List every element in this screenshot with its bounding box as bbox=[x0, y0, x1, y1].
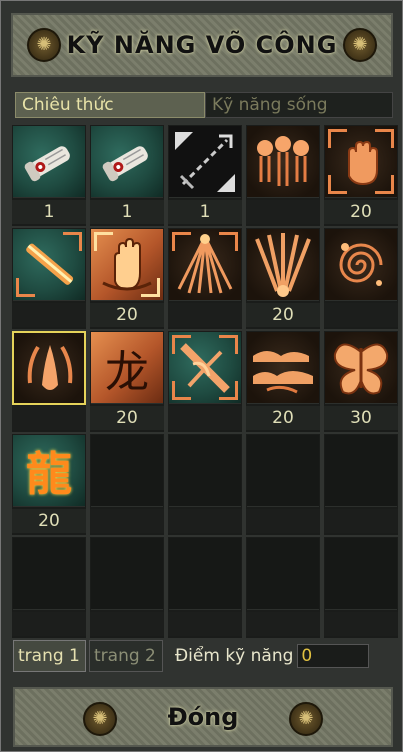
medallion-left-icon: ✺ bbox=[83, 702, 117, 736]
skill-slot[interactable]: 20 bbox=[246, 228, 320, 329]
skill-level bbox=[168, 303, 242, 327]
medallion-right-icon: ✺ bbox=[343, 28, 377, 62]
empty-slot bbox=[90, 434, 164, 535]
skill-slot[interactable] bbox=[12, 228, 86, 329]
butterfly-icon bbox=[325, 332, 397, 403]
close-button-label: Đóng bbox=[167, 703, 239, 731]
skill-level: 20 bbox=[324, 200, 398, 224]
skill-level bbox=[246, 200, 320, 224]
medallion-left-icon: ✺ bbox=[27, 28, 61, 62]
scroll-icon bbox=[13, 126, 85, 197]
dragon-calligraphy-icon: 龍 bbox=[13, 435, 85, 506]
empty-slot bbox=[12, 537, 86, 638]
skill-slot[interactable] bbox=[168, 228, 242, 329]
skill-slot[interactable] bbox=[246, 125, 320, 226]
skills-window: ✺ KỸ NĂNG VÕ CÔNG ✺ Chiêu thức Kỹ năng s… bbox=[0, 0, 403, 752]
skill-slot[interactable]: 20 bbox=[90, 228, 164, 329]
tab-life-skills[interactable]: Kỹ năng sống bbox=[205, 92, 393, 118]
skill-level: 30 bbox=[324, 406, 398, 430]
skill-slot[interactable]: 20 bbox=[246, 331, 320, 432]
skill-level: 20 bbox=[12, 509, 86, 533]
skill-level: 1 bbox=[90, 200, 164, 224]
skill-slot[interactable]: 龍 20 bbox=[12, 434, 86, 535]
page-controls: trang 1 trang 2 Điểm kỹ năng 0 bbox=[13, 637, 393, 675]
skill-level: 1 bbox=[168, 200, 242, 224]
palm-icon bbox=[325, 126, 397, 197]
golden-palm-icon bbox=[91, 229, 163, 300]
skill-slot[interactable] bbox=[168, 331, 242, 432]
skill-level: 1 bbox=[12, 200, 86, 224]
empty-slot bbox=[168, 434, 242, 535]
skill-level: 20 bbox=[246, 406, 320, 430]
close-button[interactable]: ✺ Đóng ✺ bbox=[13, 687, 393, 747]
clouds-icon bbox=[247, 332, 319, 403]
skill-tabs: Chiêu thức Kỹ năng sống bbox=[15, 92, 393, 118]
skill-points-value: 0 bbox=[297, 644, 370, 668]
claws-icon bbox=[247, 229, 319, 300]
arrows-diagonal-icon bbox=[169, 126, 241, 197]
skill-level bbox=[12, 303, 86, 327]
medallion-right-icon: ✺ bbox=[289, 702, 323, 736]
page-2-button[interactable]: trang 2 bbox=[89, 640, 163, 672]
skill-slot[interactable]: 20 bbox=[324, 125, 398, 226]
tab-combat-moves[interactable]: Chiêu thức bbox=[15, 92, 205, 118]
skill-level: 20 bbox=[90, 303, 164, 327]
skill-slot[interactable]: 30 bbox=[324, 331, 398, 432]
skill-level: 20 bbox=[90, 406, 164, 430]
rays-icon bbox=[169, 229, 241, 300]
window-title: KỸ NĂNG VÕ CÔNG bbox=[66, 31, 338, 59]
skill-points-label: Điểm kỹ năng bbox=[175, 646, 294, 666]
title-bar: ✺ KỸ NĂNG VÕ CÔNG ✺ bbox=[11, 13, 393, 77]
skill-level bbox=[324, 303, 398, 327]
bound-cross-icon bbox=[169, 332, 241, 403]
skill-slot[interactable]: 1 bbox=[168, 125, 242, 226]
dragon-character-icon: 龙 bbox=[91, 332, 163, 403]
skill-slot[interactable] bbox=[324, 228, 398, 329]
skill-slot[interactable]: 1 bbox=[90, 125, 164, 226]
empty-slot bbox=[246, 434, 320, 535]
staff-icon bbox=[13, 229, 85, 300]
triple-flame-icon bbox=[247, 126, 319, 197]
empty-slot bbox=[324, 434, 398, 535]
page-1-button[interactable]: trang 1 bbox=[13, 640, 86, 672]
empty-slot bbox=[168, 537, 242, 638]
empty-slot bbox=[90, 537, 164, 638]
skill-level bbox=[12, 406, 86, 430]
skill-slot[interactable]: 1 bbox=[12, 125, 86, 226]
empty-slot bbox=[324, 537, 398, 638]
skill-slot-selected[interactable] bbox=[12, 331, 86, 432]
scroll-icon bbox=[91, 126, 163, 197]
swirl-icon bbox=[325, 229, 397, 300]
skill-level: 20 bbox=[246, 303, 320, 327]
skill-grid: 1 1 1 20 20 20 龙 20 20 30 龍 20 bbox=[12, 125, 398, 638]
empty-slot bbox=[246, 537, 320, 638]
skill-level bbox=[168, 406, 242, 430]
skill-slot[interactable]: 龙 20 bbox=[90, 331, 164, 432]
talon-icon bbox=[14, 333, 84, 403]
